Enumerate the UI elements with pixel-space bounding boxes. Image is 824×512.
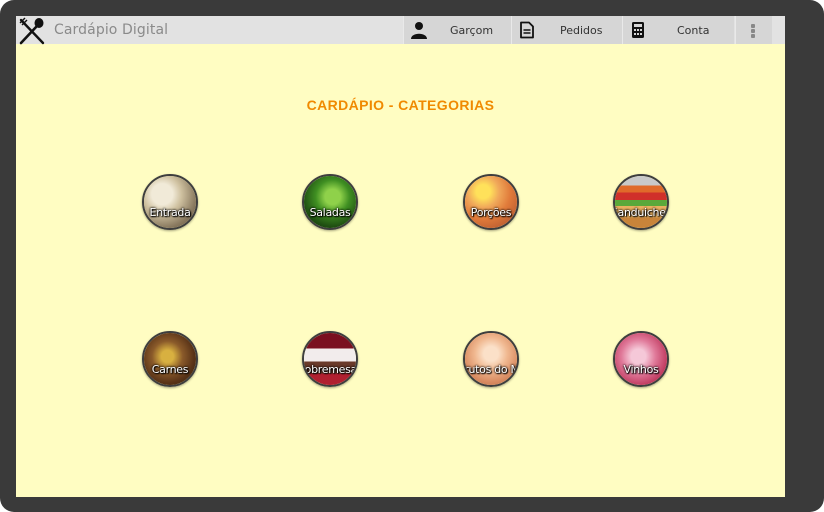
- category-sanduiches[interactable]: Sanduiches: [613, 174, 669, 230]
- category-label: Entrada: [149, 206, 191, 219]
- wine-image: [615, 333, 667, 385]
- app-screen: Cardápio Digital Garçom Pedidos Conta CA…: [16, 16, 785, 497]
- person-icon: [411, 22, 427, 39]
- tab-pedidos-label: Pedidos: [560, 24, 603, 37]
- portions-image: [465, 176, 517, 228]
- device-frame: Cardápio Digital Garçom Pedidos Conta CA…: [0, 0, 824, 512]
- category-label: Porções: [470, 206, 512, 219]
- sandwich-image: [615, 176, 667, 228]
- seafood-image: [465, 333, 517, 385]
- category-label: Carnes: [151, 363, 189, 376]
- document-icon: [520, 21, 534, 39]
- utensils-icon: [19, 17, 45, 45]
- category-entrada[interactable]: Entrada: [142, 174, 198, 230]
- tab-conta-label: Conta: [677, 24, 710, 37]
- app-title: Cardápio Digital: [54, 22, 169, 38]
- category-label: Frutos do Mar: [464, 363, 519, 376]
- category-saladas[interactable]: Saladas: [302, 174, 358, 230]
- page-title: CARDÁPIO - CATEGORIAS: [306, 97, 495, 113]
- category-vinhos[interactable]: Vinhos: [613, 331, 669, 387]
- app-bar: Cardápio Digital Garçom Pedidos Conta: [16, 16, 785, 45]
- category-label: Sobremesas: [304, 363, 357, 376]
- bread-image: [144, 176, 196, 228]
- salad-image: [304, 176, 356, 228]
- category-carnes[interactable]: Carnes: [142, 331, 198, 387]
- category-porcoes[interactable]: Porções: [463, 174, 519, 230]
- calculator-icon: [632, 22, 644, 38]
- category-label: Saladas: [309, 206, 351, 219]
- tab-pedidos[interactable]: Pedidos: [511, 16, 622, 44]
- category-label: Sanduiches: [613, 206, 669, 219]
- tab-conta[interactable]: Conta: [622, 16, 734, 44]
- category-frutos-do-mar[interactable]: Frutos do Mar: [463, 331, 519, 387]
- tab-garcom-label: Garçom: [450, 24, 494, 37]
- dessert-image: [304, 333, 356, 385]
- category-label: Vinhos: [623, 363, 659, 376]
- tab-garcom[interactable]: Garçom: [403, 16, 511, 44]
- category-sobremesas[interactable]: Sobremesas: [302, 331, 358, 387]
- meat-image: [144, 333, 196, 385]
- more-vert-icon[interactable]: [735, 16, 772, 44]
